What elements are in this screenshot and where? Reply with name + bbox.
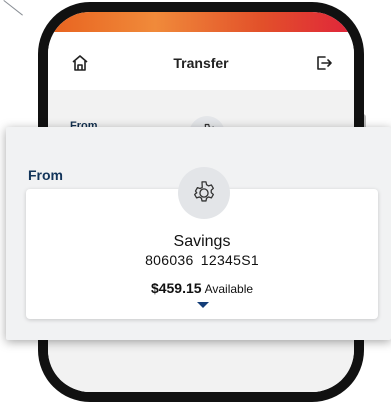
- from-label: From: [28, 167, 63, 183]
- decorative-line: [0, 0, 23, 55]
- logout-icon[interactable]: [314, 53, 334, 73]
- account-selector-popup: From Savings 806036 12345S1 $459.15 Avail…: [6, 127, 391, 340]
- gear-icon: [178, 167, 230, 219]
- brand-gradient-bar: [48, 12, 354, 32]
- balance-line: $459.15 Available: [26, 280, 378, 296]
- from-account-card[interactable]: Savings 806036 12345S1 $459.15 Available: [26, 167, 378, 319]
- balance-suffix: Available: [204, 282, 254, 296]
- chevron-down-icon[interactable]: [197, 302, 209, 308]
- account-name: Savings: [173, 233, 231, 250]
- page-title: Transfer: [173, 55, 229, 71]
- account-number: 806036 12345S1: [145, 252, 259, 268]
- balance-amount: $459.15: [150, 280, 202, 296]
